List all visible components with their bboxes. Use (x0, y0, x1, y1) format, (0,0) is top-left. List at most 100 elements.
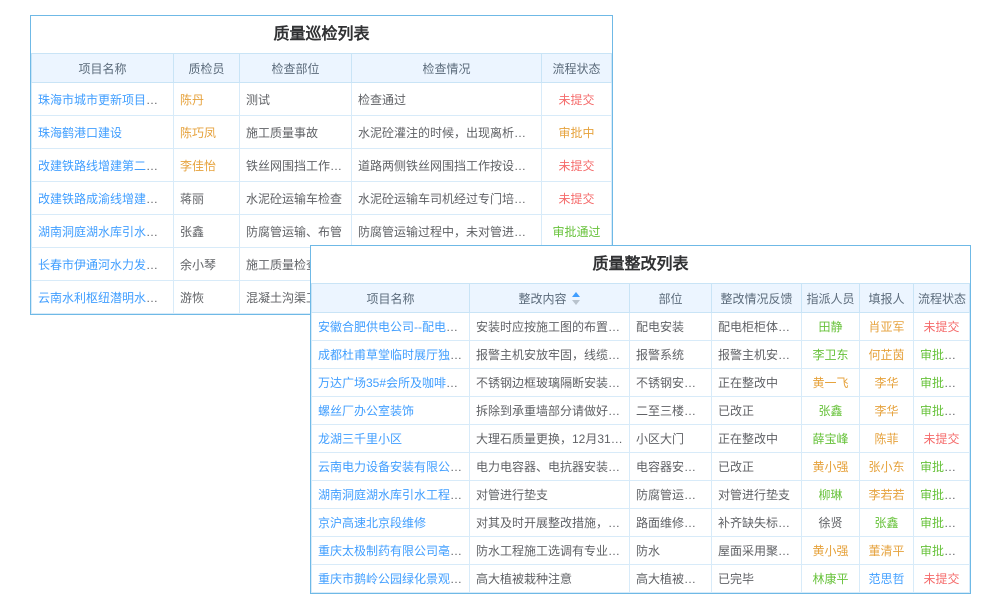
reporter-cell: 李华 (860, 369, 914, 397)
rectification-list-panel: 质量整改列表 项目名称整改内容部位整改情况反馈指派人员填报人流程状态 安徽合肥供… (310, 245, 971, 594)
part-cell-text: 二至三楼混... (636, 404, 706, 418)
inspection-result-cell: 道路两侧铁丝网围挡工作按设计... (352, 149, 542, 182)
workflow-status-cell-text: 未提交 (923, 572, 959, 586)
reporter-cell-text: 李华 (874, 376, 898, 390)
project-name-cell-text[interactable]: 螺丝厂办公室装饰 (318, 404, 414, 418)
rectification-content-cell-text: 防水工程施工选调有专业资质... (476, 544, 630, 558)
sort-icon[interactable] (571, 292, 581, 305)
assignee-cell: 林康平 (802, 565, 860, 593)
project-name-cell-text[interactable]: 云南水利枢纽潜明水库... (38, 291, 168, 305)
part-cell: 报警系统 (630, 341, 712, 369)
feedback-cell-text: 已改正 (718, 404, 754, 418)
part-cell-text: 配电安装 (636, 320, 684, 334)
assignee-cell-text: 李卫东 (812, 348, 848, 362)
project-name-cell-text[interactable]: 改建铁路成渝线增建第... (38, 192, 168, 206)
inspector-cell-text: 游恢 (180, 291, 204, 305)
project-name-cell-text[interactable]: 龙湖三千里小区 (318, 432, 402, 446)
table-row: 云南电力设备安装有限公司20...电力电容器、电抗器安装方案...电容器安装..… (312, 453, 970, 481)
assignee-cell: 徐贤 (802, 509, 860, 537)
column-header[interactable]: 整改内容 (470, 284, 630, 313)
assignee-cell: 张鑫 (802, 397, 860, 425)
assignee-cell-text: 薛宝峰 (812, 432, 848, 446)
reporter-cell: 范思哲 (860, 565, 914, 593)
project-name-cell-text[interactable]: 万达广场35#会所及咖啡厅空... (318, 376, 470, 390)
rectification-content-cell: 拆除到承重墙部分请做好加固... (470, 397, 630, 425)
workflow-status-cell: 未提交 (542, 182, 612, 215)
project-name-cell: 成都杜甫草堂临时展厅独立展... (312, 341, 470, 369)
workflow-status-cell: 审批通过 (914, 537, 970, 565)
workflow-status-cell-text: 未提交 (558, 93, 594, 107)
project-name-cell-text[interactable]: 成都杜甫草堂临时展厅独立展... (318, 348, 470, 362)
rectification-content-cell: 报警主机安放牢固，线缆连接... (470, 341, 630, 369)
assignee-cell: 田静 (802, 313, 860, 341)
inspection-result-cell: 水泥砼运输车司机经过专门培训... (352, 182, 542, 215)
rectification-content-cell: 对其及时开展整改措施，桥头... (470, 509, 630, 537)
project-name-cell-text[interactable]: 长春市伊通河水力发电... (38, 258, 168, 272)
part-cell: 二至三楼混... (630, 397, 712, 425)
rectification-content-cell: 防水工程施工选调有专业资质... (470, 537, 630, 565)
feedback-cell-text: 屋面采用聚氨... (718, 544, 800, 558)
rectification-content-cell-text: 高大植被栽种注意 (476, 572, 572, 586)
table-row: 安徽合肥供电公司--配电设备...安装时应按施工图的布置，将...配电安装配电柜… (312, 313, 970, 341)
inspection-part-cell-text: 水泥砼运输车检查 (246, 192, 342, 206)
reporter-cell: 李华 (860, 397, 914, 425)
project-name-cell-text[interactable]: 京沪高速北京段维修 (318, 516, 426, 530)
inspection-part-cell-text: 铁丝网围挡工作检查 (246, 159, 352, 173)
table-row: 重庆太极制药有限公司亳州中...防水工程施工选调有专业资质...防水屋面采用聚氨… (312, 537, 970, 565)
column-header: 整改情况反馈 (712, 284, 802, 313)
assignee-cell: 薛宝峰 (802, 425, 860, 453)
rectification-content-cell-text: 拆除到承重墙部分请做好加固... (476, 404, 630, 418)
column-header-label: 指派人员 (806, 292, 854, 306)
column-header: 填报人 (860, 284, 914, 313)
rectification-content-cell-text: 对管进行垫支 (476, 488, 548, 502)
table-row: 重庆市鹅岭公园绿化景观提升...高大植被栽种注意高大植被栽种已完毕林康平范思哲未… (312, 565, 970, 593)
inspection-part-cell: 铁丝网围挡工作检查 (240, 149, 352, 182)
column-header-label: 质检员 (188, 62, 224, 76)
part-cell: 高大植被栽种 (630, 565, 712, 593)
feedback-cell: 补齐缺失标志... (712, 509, 802, 537)
workflow-status-cell: 审批通过 (914, 509, 970, 537)
workflow-status-cell-text: 审批通过 (920, 404, 968, 418)
column-header-label: 填报人 (868, 292, 904, 306)
project-name-cell-text[interactable]: 云南电力设备安装有限公司20... (318, 460, 470, 474)
reporter-cell: 李若若 (860, 481, 914, 509)
inspector-cell-text: 陈丹 (180, 93, 204, 107)
inspector-cell: 蒋丽 (174, 182, 240, 215)
rectification-content-cell-text: 对其及时开展整改措施，桥头... (476, 516, 630, 530)
part-cell: 不锈钢安装... (630, 369, 712, 397)
assignee-cell-text: 黄小强 (812, 544, 848, 558)
project-name-cell-text[interactable]: 珠海市城市更新项目紫... (38, 93, 168, 107)
inspection-list-title: 质量巡检列表 (31, 16, 612, 53)
column-header-label: 检查部位 (271, 62, 319, 76)
project-name-cell-text[interactable]: 湖南洞庭湖水库引水工... (38, 225, 168, 239)
inspector-cell: 陈巧凤 (174, 116, 240, 149)
project-name-cell-text[interactable]: 重庆太极制药有限公司亳州中... (318, 544, 470, 558)
assignee-cell-text: 张鑫 (818, 404, 842, 418)
reporter-cell-text: 范思哲 (868, 572, 904, 586)
reporter-cell-text: 肖亚军 (868, 320, 904, 334)
workflow-status-cell-text: 审批通过 (920, 376, 968, 390)
project-name-cell-text[interactable]: 湖南洞庭湖水库引水工程施工1... (318, 488, 470, 502)
project-name-cell: 重庆市鹅岭公园绿化景观提升... (312, 565, 470, 593)
inspection-result-cell-text: 道路两侧铁丝网围挡工作按设计... (358, 159, 536, 173)
part-cell-text: 路面维修检... (636, 516, 706, 530)
feedback-cell-text: 对管进行垫支 (718, 488, 790, 502)
project-name-cell-text[interactable]: 改建铁路线增建第二线... (38, 159, 168, 173)
project-name-cell-text[interactable]: 安徽合肥供电公司--配电设备... (318, 320, 470, 334)
feedback-cell-text: 正在整改中 (718, 432, 778, 446)
project-name-cell: 珠海市城市更新项目紫... (32, 83, 174, 116)
inspection-part-cell-text: 施工质量检查 (246, 258, 318, 272)
project-name-cell-text[interactable]: 珠海鹤港口建设 (38, 126, 122, 140)
rectification-table-header-row: 项目名称整改内容部位整改情况反馈指派人员填报人流程状态 (312, 284, 970, 313)
column-header-label: 流程状态 (552, 62, 600, 76)
reporter-cell-text: 陈菲 (874, 432, 898, 446)
project-name-cell: 湖南洞庭湖水库引水工... (32, 215, 174, 248)
table-row: 珠海市城市更新项目紫...陈丹测试检查通过未提交 (32, 83, 612, 116)
project-name-cell: 长春市伊通河水力发电... (32, 248, 174, 281)
reporter-cell-text: 李若若 (868, 488, 904, 502)
column-header: 指派人员 (802, 284, 860, 313)
project-name-cell-text[interactable]: 重庆市鹅岭公园绿化景观提升... (318, 572, 470, 586)
reporter-cell-text: 李华 (874, 404, 898, 418)
assignee-cell: 黄小强 (802, 537, 860, 565)
assignee-cell: 黄小强 (802, 453, 860, 481)
